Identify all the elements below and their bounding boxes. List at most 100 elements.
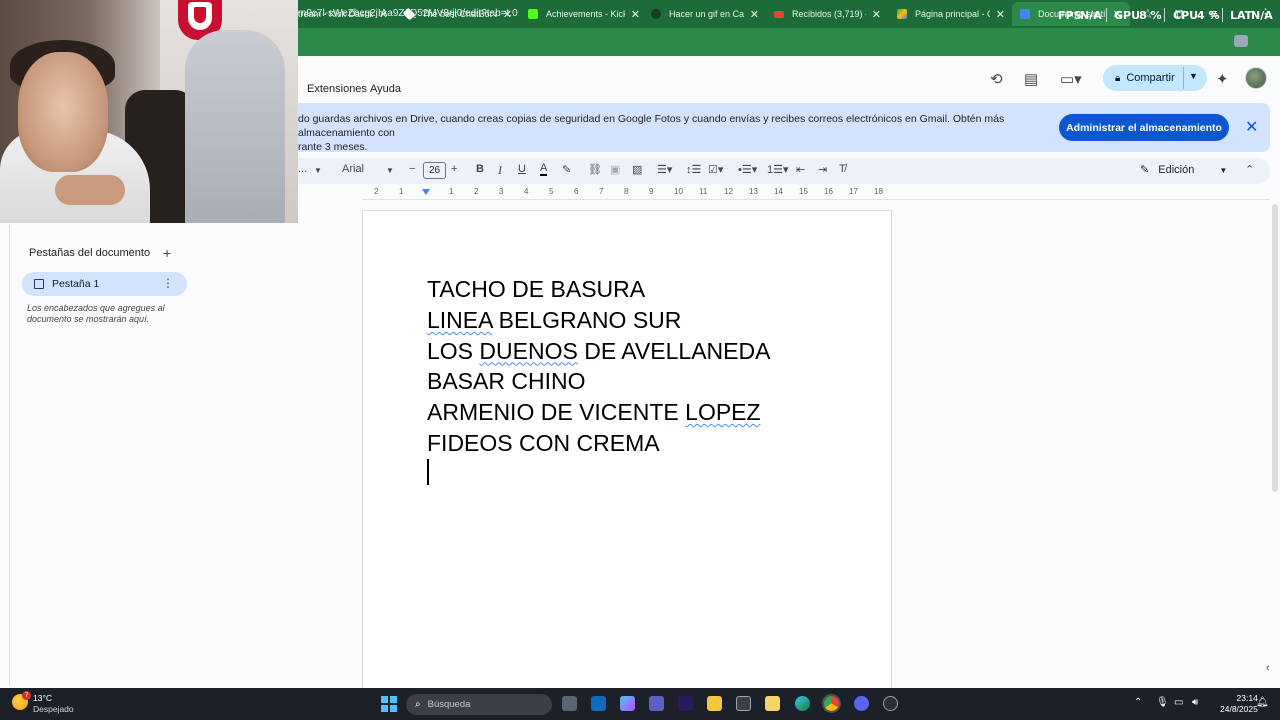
insert-link-icon[interactable]: ⛓︎ xyxy=(588,163,602,176)
hud-fps-label: FPS xyxy=(1058,9,1082,22)
close-tab-icon[interactable]: ✕ xyxy=(996,8,1005,21)
italic-button[interactable]: I xyxy=(498,163,502,178)
notification-bell-icon[interactable]: 🔔︎ xyxy=(1256,697,1269,708)
bulleted-list-icon[interactable]: •☰▾ xyxy=(738,163,757,176)
premiere-icon[interactable] xyxy=(678,696,693,711)
close-tab-icon[interactable]: ✕ xyxy=(750,8,759,21)
scrollbar-thumb[interactable] xyxy=(1272,204,1278,492)
numbered-list-icon[interactable]: 1☰▾ xyxy=(767,163,789,176)
volume-icon[interactable]: 🔊︎ xyxy=(1192,697,1198,708)
profile-avatar-icon[interactable] xyxy=(1234,35,1248,47)
chevron-down-icon[interactable]: ▼ xyxy=(386,166,394,175)
microphone-icon[interactable]: 🎙︎ xyxy=(1156,697,1169,708)
align-icon[interactable]: ☰▾ xyxy=(657,163,672,176)
ruler-label: 1 xyxy=(399,187,404,196)
highlight-pen-icon[interactable]: ✎ xyxy=(562,163,571,176)
taskbar-clock[interactable]: 23:14 24/8/2025 xyxy=(1220,693,1258,715)
ruler-label: 6 xyxy=(574,187,579,196)
chevron-down-icon[interactable]: ▼ xyxy=(314,166,322,175)
collapse-menus-icon[interactable]: ⌃ xyxy=(1245,163,1254,176)
teams-icon[interactable] xyxy=(649,696,664,711)
extensions-icon[interactable]: ⧉ xyxy=(1175,6,1184,22)
notes-icon[interactable] xyxy=(765,696,780,711)
browser-tab-gmail[interactable]: Recibidos (3,719) - al ✕ xyxy=(766,2,889,26)
add-tab-icon[interactable]: + xyxy=(163,245,171,261)
windows-start-icon[interactable] xyxy=(381,696,397,712)
vertical-scrollbar[interactable] xyxy=(1271,200,1279,690)
decrease-font-size-icon[interactable]: − xyxy=(409,163,415,175)
misspelled-word[interactable]: LOPEZ xyxy=(685,399,760,425)
copilot-icon[interactable] xyxy=(620,696,635,711)
club-crest-icon xyxy=(188,2,212,30)
browser-tab-drive[interactable]: Página principal - Go ✕ xyxy=(889,2,1013,26)
text-color-button[interactable]: A xyxy=(540,163,548,176)
add-comment-icon[interactable]: ▣ xyxy=(610,163,620,176)
store-icon[interactable] xyxy=(736,696,751,711)
manage-storage-button[interactable]: Administrar el almacenamiento xyxy=(1059,114,1229,141)
chrome-menu-icon[interactable]: ⋮ xyxy=(1259,6,1272,22)
font-dropdown[interactable]: Arial xyxy=(342,163,364,175)
insert-image-icon[interactable]: ▨ xyxy=(632,163,642,176)
ruler-label: 18 xyxy=(874,187,883,196)
line-spacing-icon[interactable]: ↕☰ xyxy=(686,163,701,176)
document-tabs-heading: Pestañas del documento xyxy=(29,247,151,259)
misspelled-word[interactable]: DUENOS xyxy=(479,338,577,364)
clock-time: 23:14 xyxy=(1236,693,1258,703)
browser-tab-canva[interactable]: Hacer un gif en Canv ✕ xyxy=(643,2,767,26)
document-body[interactable]: TACHO DE BASURA LINEA BELGRANO SUR LOS D… xyxy=(427,274,770,459)
clear-formatting-icon[interactable]: T̸ xyxy=(839,163,846,175)
taskbar-search[interactable]: ⌕ Búsqueda xyxy=(406,694,552,715)
text-segment: ARMENIO DE VICENTE xyxy=(427,399,686,426)
more-options-icon[interactable]: ⋮ xyxy=(162,276,174,290)
gemini-sparkle-icon[interactable]: ✦ xyxy=(1216,70,1229,88)
indent-marker[interactable] xyxy=(422,189,430,195)
bookmark-star-icon[interactable]: ☆ xyxy=(1142,6,1154,22)
chrome-icon[interactable] xyxy=(824,696,839,711)
close-icon[interactable]: ✕ xyxy=(1245,117,1258,137)
reading-list-icon[interactable]: ≡ xyxy=(1210,6,1218,21)
close-tab-icon[interactable]: ✕ xyxy=(631,8,640,21)
account-avatar[interactable] xyxy=(1245,67,1267,89)
ruler-label: 5 xyxy=(549,187,554,196)
text-line: LOS DUENOS DE AVELLANEDA xyxy=(427,336,770,367)
meet-video-icon[interactable]: ▭▾ xyxy=(1060,70,1082,88)
weather-temperature[interactable]: 13°C xyxy=(33,693,52,703)
increase-indent-icon[interactable]: ⇥ xyxy=(818,163,827,176)
text-line: LINEA BELGRANO SUR xyxy=(427,305,770,336)
discord-icon[interactable] xyxy=(854,696,869,711)
horizontal-ruler[interactable]: 2 1 1 2 3 4 5 6 7 8 9 10 11 12 13 14 15 … xyxy=(362,187,892,199)
increase-font-size-icon[interactable]: + xyxy=(451,163,457,175)
underline-button[interactable]: U xyxy=(518,163,526,175)
menu-help[interactable]: Ayuda xyxy=(370,83,401,95)
weather-description[interactable]: Despejado xyxy=(33,704,74,714)
document-tab-1[interactable]: Pestaña 1 ⋮ xyxy=(22,272,187,296)
ruler-label: 8 xyxy=(624,187,629,196)
font-size-input[interactable]: 26 xyxy=(423,162,446,179)
checklist-icon[interactable]: ☑▾ xyxy=(708,163,723,176)
url-field[interactable]: m9c7l-sWeZhcg2jIAa9ZsQ52MV8rjl0/edit?tab… xyxy=(298,8,518,19)
edge-icon[interactable] xyxy=(795,696,810,711)
style-dropdown[interactable]: ... xyxy=(298,163,307,175)
network-icon[interactable]: ▭ xyxy=(1174,697,1183,708)
share-dropdown-icon[interactable]: ▼ xyxy=(1189,71,1198,81)
steam-icon[interactable] xyxy=(883,696,898,711)
text-segment: LOS xyxy=(427,337,480,364)
chevron-left-icon[interactable]: ‹ xyxy=(1266,662,1270,674)
file-explorer-icon[interactable] xyxy=(707,696,722,711)
task-view-icon[interactable] xyxy=(562,696,577,711)
bold-button[interactable]: B xyxy=(476,163,484,175)
history-icon[interactable]: ⟲ xyxy=(990,70,1003,88)
menu-extensions[interactable]: Extensiones xyxy=(307,83,367,95)
browser-tab-achievements[interactable]: Achievements - Kick ✕ xyxy=(520,2,648,26)
vertical-ruler[interactable] xyxy=(0,225,10,685)
misspelled-word[interactable]: LINEA xyxy=(427,307,492,333)
editing-mode-label: Edición xyxy=(1158,164,1195,176)
outlook-icon[interactable] xyxy=(591,696,606,711)
windows-taskbar xyxy=(0,688,1280,720)
close-tab-icon[interactable]: ✕ xyxy=(872,8,881,21)
chevron-up-icon[interactable]: ⌃ xyxy=(1134,697,1142,708)
comments-icon[interactable]: ▤ xyxy=(1024,70,1038,88)
decrease-indent-icon[interactable]: ⇤ xyxy=(796,163,805,176)
editing-mode-dropdown[interactable]: ✎ Edición ▼ xyxy=(1140,163,1227,176)
weather-notification-badge: 7 xyxy=(22,691,31,700)
